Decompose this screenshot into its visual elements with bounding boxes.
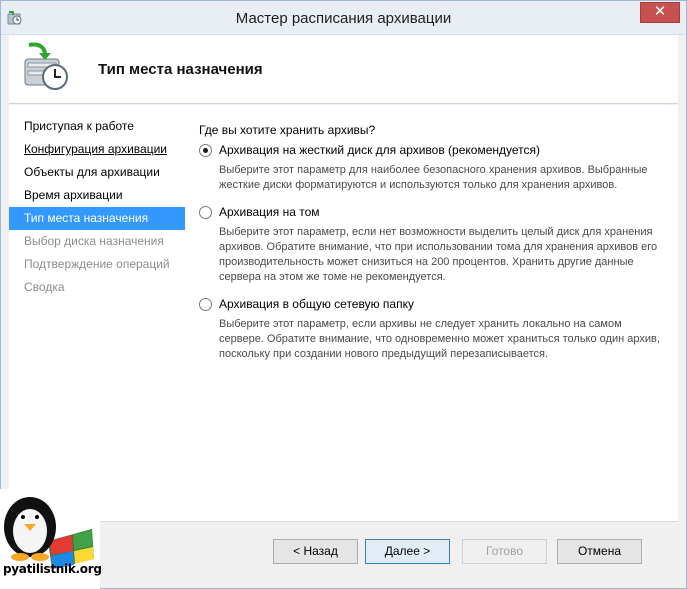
- backup-schedule-icon: [19, 41, 71, 93]
- option-volume-label[interactable]: Архивация на том: [219, 205, 674, 220]
- nav-step-backup-config[interactable]: Конфигурация архивации: [9, 138, 185, 161]
- nav-step-confirmation: Подтверждение операций: [24, 257, 170, 271]
- window-title: Мастер расписания архивации: [235, 10, 452, 27]
- site-logo: pyatilistnik.org: [0, 489, 102, 589]
- option-dedicated-disk-label[interactable]: Архивация на жесткий диск для архивов (р…: [219, 143, 674, 158]
- option-volume-description: Выберите этот параметр, если нет возможн…: [219, 226, 658, 283]
- page-title: Тип места назначения: [98, 61, 263, 78]
- option-network-share[interactable]: Архивация в общую сетевую папку Выберите…: [199, 297, 674, 362]
- nav-step-getting-started[interactable]: Приступая к работе: [9, 115, 185, 138]
- nav-step-select-disk: Выбор диска назначения: [24, 234, 164, 248]
- option-dedicated-disk-description: Выберите этот параметр для наиболее безо…: [219, 164, 648, 191]
- radio-network-share[interactable]: [199, 298, 212, 311]
- destination-question: Где вы хотите хранить архивы?: [199, 123, 376, 137]
- back-button[interactable]: < Назад: [273, 539, 358, 564]
- close-icon: ✕: [653, 3, 667, 20]
- logo-text: pyatilistnik.org: [3, 562, 102, 576]
- radio-dedicated-disk[interactable]: [199, 144, 212, 157]
- close-button[interactable]: ✕: [640, 2, 680, 23]
- wizard-header: Тип места назначения: [9, 35, 678, 104]
- cancel-button[interactable]: Отмена: [557, 539, 642, 564]
- nav-step-backup-time[interactable]: Время архивации: [9, 184, 185, 207]
- option-network-share-label[interactable]: Архивация в общую сетевую папку: [219, 297, 674, 312]
- nav-step-backup-items[interactable]: Объекты для архивации: [9, 161, 185, 184]
- nav-step-summary: Сводка: [24, 280, 65, 294]
- option-volume[interactable]: Архивация на том Выберите этот параметр,…: [199, 205, 674, 285]
- option-network-share-description: Выберите этот параметр, если архивы не с…: [219, 318, 660, 360]
- wizard-window: Мастер расписания архивации ✕ Тип места …: [0, 0, 687, 589]
- wizard-steps-nav: Приступая к работе Конфигурация архиваци…: [9, 115, 185, 299]
- wizard-content: Приступая к работе Конфигурация архиваци…: [9, 105, 678, 521]
- finish-button: Готово: [462, 539, 547, 564]
- radio-volume[interactable]: [199, 206, 212, 219]
- destination-panel: Где вы хотите хранить архивы? Архивация …: [199, 123, 674, 374]
- option-dedicated-disk[interactable]: Архивация на жесткий диск для архивов (р…: [199, 143, 674, 193]
- wizard-buttons-bar: < Назад Далее > Готово Отмена: [9, 521, 678, 583]
- next-button[interactable]: Далее >: [365, 539, 450, 564]
- nav-step-destination-type[interactable]: Тип места назначения: [9, 207, 185, 230]
- title-bar[interactable]: Мастер расписания архивации ✕: [1, 1, 686, 35]
